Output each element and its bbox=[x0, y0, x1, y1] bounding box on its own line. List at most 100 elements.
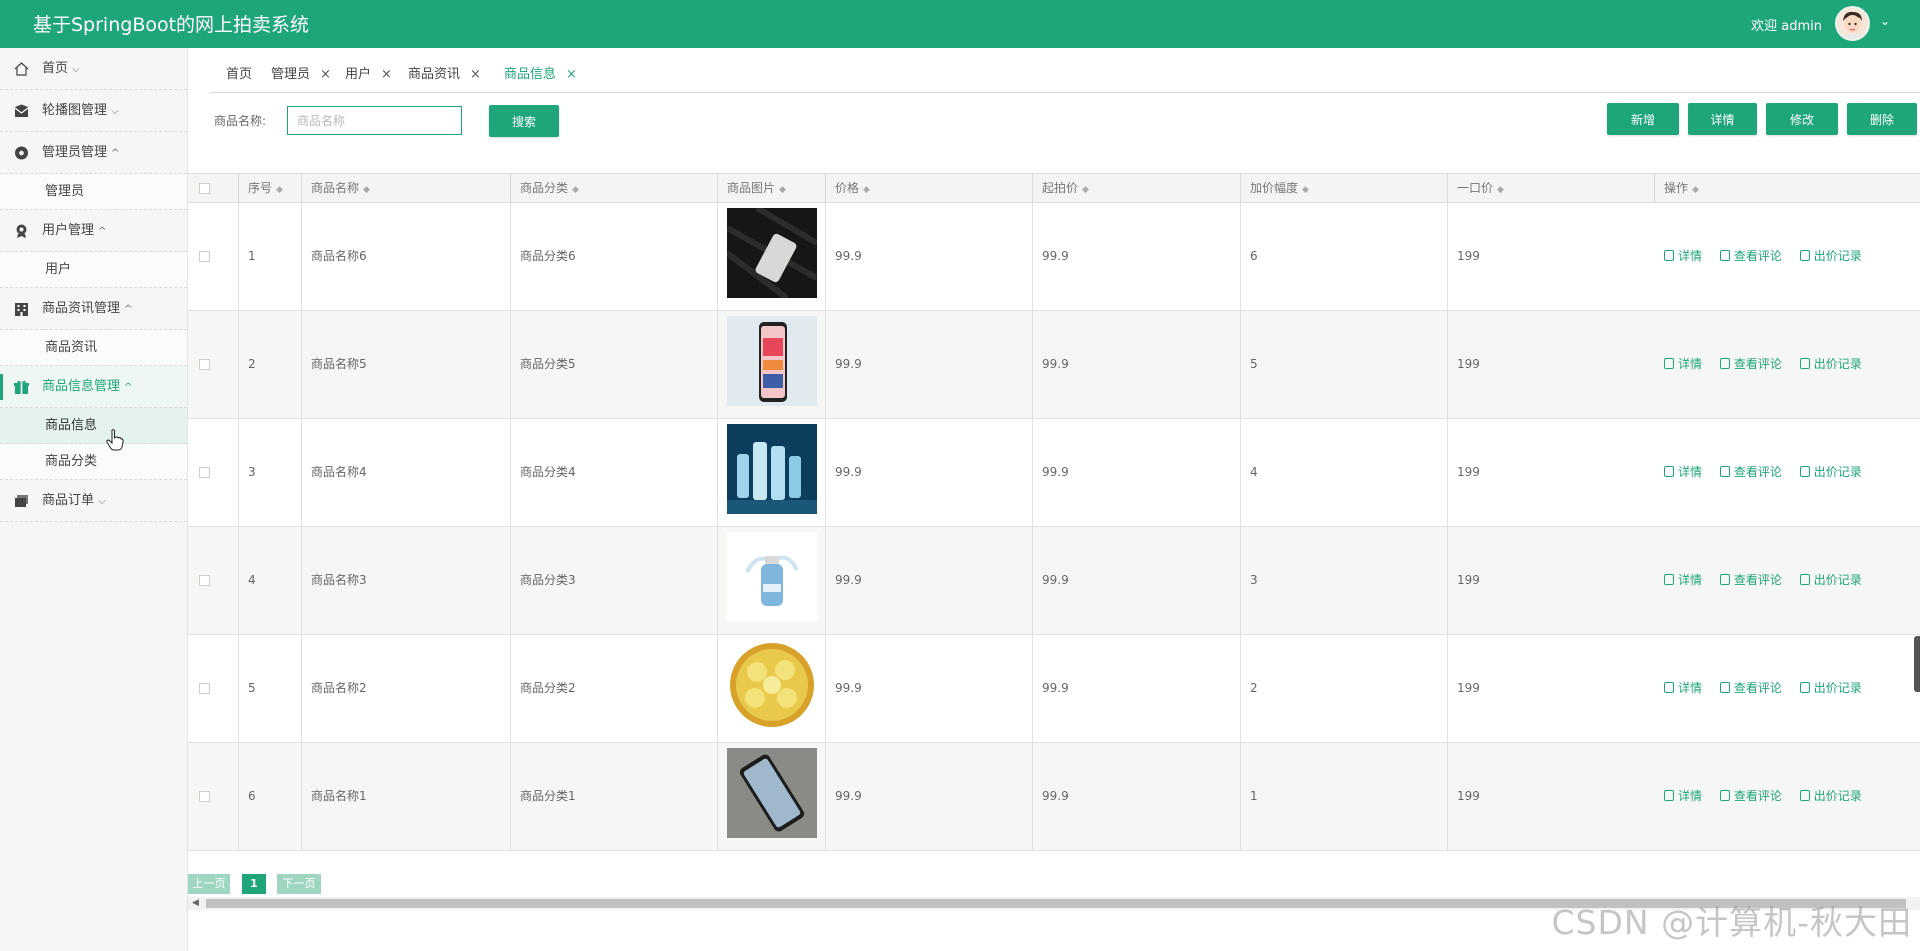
cell-price: 99.9 bbox=[825, 527, 1032, 634]
row-comments-link[interactable]: 查看评论 bbox=[1719, 789, 1782, 803]
edit-button[interactable]: 修改 bbox=[1766, 103, 1838, 135]
sidebar-subitem-admin[interactable]: 管理员 bbox=[0, 174, 187, 210]
product-image[interactable] bbox=[727, 424, 817, 514]
sort-icon[interactable]: ◆ bbox=[1082, 185, 1089, 195]
sort-icon[interactable]: ◆ bbox=[363, 185, 370, 195]
product-image[interactable] bbox=[727, 316, 817, 406]
row-bids-link[interactable]: 出价记录 bbox=[1799, 573, 1862, 587]
row-comments-link[interactable]: 查看评论 bbox=[1719, 681, 1782, 695]
row-bids-link[interactable]: 出价记录 bbox=[1799, 465, 1862, 479]
sort-icon[interactable]: ◆ bbox=[863, 185, 870, 195]
column-header-buyout[interactable]: 一口价 ◆ bbox=[1447, 174, 1654, 202]
row-comments-link[interactable]: 查看评论 bbox=[1719, 357, 1782, 371]
sidebar-item-news-mgmt[interactable]: 商品资讯管理 ^ bbox=[0, 288, 187, 330]
sort-icon[interactable]: ◆ bbox=[1497, 185, 1504, 195]
row-checkbox[interactable] bbox=[199, 359, 210, 370]
sort-icon[interactable]: ◆ bbox=[1302, 185, 1309, 195]
cell-buyout: 199 bbox=[1447, 635, 1654, 742]
search-input[interactable] bbox=[287, 106, 462, 135]
row-detail-link[interactable]: 详情 bbox=[1664, 681, 1702, 695]
row-comments-link[interactable]: 查看评论 bbox=[1719, 465, 1782, 479]
sidebar-subitem-product-category[interactable]: 商品分类 bbox=[0, 444, 187, 480]
sidebar-item-user-mgmt[interactable]: 用户管理 ^ bbox=[0, 210, 187, 252]
home-icon bbox=[14, 62, 29, 76]
avatar[interactable] bbox=[1835, 6, 1870, 41]
row-comments-link[interactable]: 查看评论 bbox=[1719, 573, 1782, 587]
column-header-price[interactable]: 价格 ◆ bbox=[825, 174, 1032, 202]
row-detail-link[interactable]: 详情 bbox=[1664, 573, 1702, 587]
delete-button[interactable]: 删除 bbox=[1847, 103, 1917, 135]
chevron-down-icon: ⌵ bbox=[72, 64, 80, 75]
row-detail-link[interactable]: 详情 bbox=[1664, 789, 1702, 803]
table-header: 序号 ◆ 商品名称 ◆ 商品分类 ◆ 商品图片 ◆ 价格 ◆ 起拍价 ◆ 加价幅度 ◆ 一口价… bbox=[188, 173, 1920, 203]
row-detail-link[interactable]: 详情 bbox=[1664, 357, 1702, 371]
document-icon bbox=[1664, 358, 1674, 369]
column-header-index[interactable]: 序号 ◆ bbox=[238, 174, 301, 202]
tab-admin[interactable]: 管理员 × bbox=[271, 63, 331, 82]
product-image[interactable] bbox=[727, 640, 817, 730]
sidebar-item-home[interactable]: 首页 ⌵ bbox=[0, 48, 187, 90]
comment-icon bbox=[1719, 250, 1730, 261]
close-icon[interactable]: × bbox=[470, 67, 481, 82]
tab-news[interactable]: 商品资讯 × bbox=[408, 63, 481, 82]
column-header-actions[interactable]: 操作 ◆ bbox=[1654, 174, 1920, 202]
column-header-category[interactable]: 商品分类 ◆ bbox=[510, 174, 717, 202]
sort-icon[interactable]: ◆ bbox=[572, 185, 579, 195]
cell-name: 商品名称4 bbox=[301, 419, 510, 526]
sidebar-subitem-product-info[interactable]: 商品信息 bbox=[0, 408, 187, 444]
comment-icon bbox=[1719, 466, 1730, 477]
row-comments-link[interactable]: 查看评论 bbox=[1719, 249, 1782, 263]
sidebar-item-orders[interactable]: 商品订单 ⌵ bbox=[0, 480, 187, 522]
product-image[interactable] bbox=[727, 748, 817, 838]
chevron-down-icon: ⌵ bbox=[111, 106, 119, 117]
document-icon bbox=[1664, 250, 1674, 261]
row-checkbox[interactable] bbox=[199, 575, 210, 586]
chevron-down-icon[interactable]: ⌄ bbox=[1880, 14, 1890, 28]
tab-user[interactable]: 用户 × bbox=[345, 63, 392, 82]
page-number-button[interactable]: 1 bbox=[242, 874, 266, 894]
sort-icon[interactable]: ◆ bbox=[1692, 185, 1699, 195]
column-header-image[interactable]: 商品图片 ◆ bbox=[717, 174, 825, 202]
column-header-start-price[interactable]: 起拍价 ◆ bbox=[1032, 174, 1240, 202]
row-checkbox[interactable] bbox=[199, 791, 210, 802]
top-header: 基于SpringBoot的网上拍卖系统 欢迎 admin ⌄ bbox=[0, 0, 1920, 48]
scroll-left-icon[interactable]: ◀ bbox=[192, 897, 199, 910]
close-icon[interactable]: × bbox=[320, 67, 331, 82]
tab-home[interactable]: 首页 bbox=[226, 63, 252, 82]
tab-product-info[interactable]: 商品信息 × bbox=[504, 63, 577, 82]
select-all-checkbox[interactable] bbox=[199, 183, 210, 194]
sidebar-subitem-user[interactable]: 用户 bbox=[0, 252, 187, 288]
sidebar-subitem-news[interactable]: 商品资讯 bbox=[0, 330, 187, 366]
sort-icon[interactable]: ◆ bbox=[276, 185, 283, 195]
row-checkbox[interactable] bbox=[199, 467, 210, 478]
cell-increment: 3 bbox=[1240, 527, 1447, 634]
sidebar-item-admin-mgmt[interactable]: 管理员管理 ^ bbox=[0, 132, 187, 174]
next-page-button[interactable]: 下一页 bbox=[277, 874, 321, 894]
row-bids-link[interactable]: 出价记录 bbox=[1799, 789, 1862, 803]
sidebar-item-product-mgmt[interactable]: 商品信息管理 ^ bbox=[0, 366, 187, 408]
row-detail-link[interactable]: 详情 bbox=[1664, 465, 1702, 479]
sidebar-item-carousel[interactable]: 轮播图管理 ⌵ bbox=[0, 90, 187, 132]
cell-start-price: 99.9 bbox=[1032, 635, 1240, 742]
prev-page-button[interactable]: 上一页 bbox=[188, 874, 230, 894]
close-icon[interactable]: × bbox=[381, 67, 392, 82]
close-icon[interactable]: × bbox=[566, 67, 577, 82]
row-detail-link[interactable]: 详情 bbox=[1664, 249, 1702, 263]
search-button[interactable]: 搜索 bbox=[489, 105, 559, 137]
product-image[interactable] bbox=[727, 208, 817, 298]
cell-increment: 6 bbox=[1240, 203, 1447, 310]
detail-button[interactable]: 详情 bbox=[1688, 103, 1757, 135]
add-button[interactable]: 新增 bbox=[1607, 103, 1679, 135]
side-drawer-handle[interactable] bbox=[1914, 636, 1920, 692]
row-checkbox[interactable] bbox=[199, 683, 210, 694]
row-bids-link[interactable]: 出价记录 bbox=[1799, 357, 1862, 371]
column-header-increment[interactable]: 加价幅度 ◆ bbox=[1240, 174, 1447, 202]
row-bids-link[interactable]: 出价记录 bbox=[1799, 249, 1862, 263]
column-header-name[interactable]: 商品名称 ◆ bbox=[301, 174, 510, 202]
row-bids-link[interactable]: 出价记录 bbox=[1799, 681, 1862, 695]
row-checkbox[interactable] bbox=[199, 251, 210, 262]
chevron-up-icon: ^ bbox=[124, 382, 133, 393]
cell-start-price: 99.9 bbox=[1032, 527, 1240, 634]
product-image[interactable] bbox=[727, 532, 817, 622]
sort-icon[interactable]: ◆ bbox=[779, 185, 786, 195]
